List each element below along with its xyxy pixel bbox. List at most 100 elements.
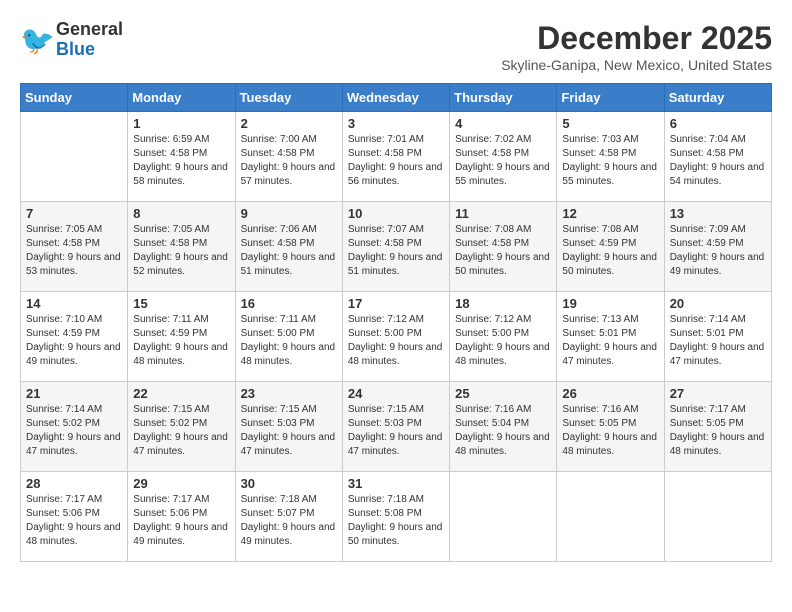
calendar-cell: 26Sunrise: 7:16 AMSunset: 5:05 PMDayligh… bbox=[557, 382, 664, 472]
day-number: 22 bbox=[133, 386, 229, 401]
day-info: Sunrise: 6:59 AMSunset: 4:58 PMDaylight:… bbox=[133, 133, 229, 189]
calendar-cell: 1 Sunrise: 6:59 AMSunset: 4:58 PMDaylight… bbox=[128, 112, 235, 202]
calendar-cell bbox=[557, 472, 664, 562]
day-info: Sunrise: 7:01 AMSunset: 4:58 PMDaylight:… bbox=[348, 133, 444, 189]
day-number: 9 bbox=[241, 206, 337, 221]
day-number: 12 bbox=[562, 206, 658, 221]
header-friday: Friday bbox=[557, 84, 664, 112]
calendar-cell: 12 Sunrise: 7:08 AMSunset: 4:59 PMDayligh… bbox=[557, 202, 664, 292]
calendar-cell bbox=[450, 472, 557, 562]
day-info: Sunrise: 7:15 AMSunset: 5:02 PMDaylight:… bbox=[133, 403, 229, 459]
day-number: 24 bbox=[348, 386, 444, 401]
calendar-cell: 4Sunrise: 7:02 AMSunset: 4:58 PMDaylight… bbox=[450, 112, 557, 202]
day-info: Sunrise: 7:06 AMSunset: 4:58 PMDaylight:… bbox=[241, 223, 337, 279]
day-info: Sunrise: 7:12 AMSunset: 5:00 PMDaylight:… bbox=[348, 313, 444, 369]
day-number: 3 bbox=[348, 116, 444, 131]
calendar-cell: 17 Sunrise: 7:12 AMSunset: 5:00 PMDayligh… bbox=[342, 292, 449, 382]
day-number: 25 bbox=[455, 386, 551, 401]
day-info: Sunrise: 7:15 AMSunset: 5:03 PMDaylight:… bbox=[241, 403, 337, 459]
day-number: 2 bbox=[241, 116, 337, 131]
day-info: Sunrise: 7:07 AMSunset: 4:58 PMDaylight:… bbox=[348, 223, 444, 279]
week-row-1: 1 Sunrise: 6:59 AMSunset: 4:58 PMDaylight… bbox=[21, 112, 772, 202]
day-number: 20 bbox=[670, 296, 766, 311]
day-number: 6 bbox=[670, 116, 766, 131]
calendar-cell: 14 Sunrise: 7:10 AMSunset: 4:59 PMDayligh… bbox=[21, 292, 128, 382]
calendar-cell: 11Sunrise: 7:08 AMSunset: 4:58 PMDayligh… bbox=[450, 202, 557, 292]
calendar-cell: 9 Sunrise: 7:06 AMSunset: 4:58 PMDaylight… bbox=[235, 202, 342, 292]
calendar-cell: 19 Sunrise: 7:13 AMSunset: 5:01 PMDayligh… bbox=[557, 292, 664, 382]
day-info: Sunrise: 7:03 AMSunset: 4:58 PMDaylight:… bbox=[562, 133, 658, 189]
calendar-cell: 15 Sunrise: 7:11 AMSunset: 4:59 PMDayligh… bbox=[128, 292, 235, 382]
calendar-cell: 10Sunrise: 7:07 AMSunset: 4:58 PMDayligh… bbox=[342, 202, 449, 292]
day-number: 5 bbox=[562, 116, 658, 131]
day-number: 11 bbox=[455, 206, 551, 221]
day-number: 15 bbox=[133, 296, 229, 311]
day-number: 7 bbox=[26, 206, 122, 221]
day-number: 17 bbox=[348, 296, 444, 311]
calendar-cell: 25 Sunrise: 7:16 AMSunset: 5:04 PMDayligh… bbox=[450, 382, 557, 472]
calendar-cell: 5 Sunrise: 7:03 AMSunset: 4:58 PMDaylight… bbox=[557, 112, 664, 202]
day-number: 21 bbox=[26, 386, 122, 401]
day-info: Sunrise: 7:18 AMSunset: 5:08 PMDaylight:… bbox=[348, 493, 444, 549]
day-info: Sunrise: 7:08 AMSunset: 4:59 PMDaylight:… bbox=[562, 223, 658, 279]
svg-text:🐦: 🐦 bbox=[20, 25, 55, 56]
day-number: 31 bbox=[348, 476, 444, 491]
page-header: 🐦 General Blue December 2025 Skyline-Gan… bbox=[20, 20, 772, 73]
header-row: SundayMondayTuesdayWednesdayThursdayFrid… bbox=[21, 84, 772, 112]
day-info: Sunrise: 7:11 AMSunset: 4:59 PMDaylight:… bbox=[133, 313, 229, 369]
header-thursday: Thursday bbox=[450, 84, 557, 112]
week-row-5: 28Sunrise: 7:17 AMSunset: 5:06 PMDayligh… bbox=[21, 472, 772, 562]
week-row-2: 7 Sunrise: 7:05 AMSunset: 4:58 PMDaylight… bbox=[21, 202, 772, 292]
calendar-cell: 22 Sunrise: 7:15 AMSunset: 5:02 PMDayligh… bbox=[128, 382, 235, 472]
calendar-cell: 23 Sunrise: 7:15 AMSunset: 5:03 PMDayligh… bbox=[235, 382, 342, 472]
day-info: Sunrise: 7:04 AMSunset: 4:58 PMDaylight:… bbox=[670, 133, 766, 189]
location-title: Skyline-Ganipa, New Mexico, United State… bbox=[501, 57, 772, 73]
header-wednesday: Wednesday bbox=[342, 84, 449, 112]
logo-icon: 🐦 bbox=[20, 22, 56, 58]
day-number: 23 bbox=[241, 386, 337, 401]
day-number: 28 bbox=[26, 476, 122, 491]
calendar-cell: 29Sunrise: 7:17 AMSunset: 5:06 PMDayligh… bbox=[128, 472, 235, 562]
day-info: Sunrise: 7:02 AMSunset: 4:58 PMDaylight:… bbox=[455, 133, 551, 189]
day-number: 1 bbox=[133, 116, 229, 131]
calendar-cell: 6 Sunrise: 7:04 AMSunset: 4:58 PMDaylight… bbox=[664, 112, 771, 202]
calendar-cell bbox=[664, 472, 771, 562]
calendar-cell: 20Sunrise: 7:14 AMSunset: 5:01 PMDayligh… bbox=[664, 292, 771, 382]
day-info: Sunrise: 7:14 AMSunset: 5:02 PMDaylight:… bbox=[26, 403, 122, 459]
logo-general: General bbox=[56, 20, 123, 40]
day-number: 13 bbox=[670, 206, 766, 221]
day-number: 30 bbox=[241, 476, 337, 491]
day-info: Sunrise: 7:11 AMSunset: 5:00 PMDaylight:… bbox=[241, 313, 337, 369]
calendar-cell bbox=[21, 112, 128, 202]
day-number: 19 bbox=[562, 296, 658, 311]
logo: 🐦 General Blue bbox=[20, 20, 123, 60]
calendar-table: SundayMondayTuesdayWednesdayThursdayFrid… bbox=[20, 83, 772, 562]
calendar-cell: 2Sunrise: 7:00 AMSunset: 4:58 PMDaylight… bbox=[235, 112, 342, 202]
calendar-cell: 21 Sunrise: 7:14 AMSunset: 5:02 PMDayligh… bbox=[21, 382, 128, 472]
header-sunday: Sunday bbox=[21, 84, 128, 112]
title-section: December 2025 Skyline-Ganipa, New Mexico… bbox=[501, 20, 772, 73]
day-info: Sunrise: 7:17 AMSunset: 5:05 PMDaylight:… bbox=[670, 403, 766, 459]
calendar-cell: 28Sunrise: 7:17 AMSunset: 5:06 PMDayligh… bbox=[21, 472, 128, 562]
day-info: Sunrise: 7:16 AMSunset: 5:05 PMDaylight:… bbox=[562, 403, 658, 459]
header-monday: Monday bbox=[128, 84, 235, 112]
calendar-cell: 24 Sunrise: 7:15 AMSunset: 5:03 PMDayligh… bbox=[342, 382, 449, 472]
calendar-cell: 27Sunrise: 7:17 AMSunset: 5:05 PMDayligh… bbox=[664, 382, 771, 472]
day-info: Sunrise: 7:13 AMSunset: 5:01 PMDaylight:… bbox=[562, 313, 658, 369]
calendar-cell: 16Sunrise: 7:11 AMSunset: 5:00 PMDayligh… bbox=[235, 292, 342, 382]
header-saturday: Saturday bbox=[664, 84, 771, 112]
day-info: Sunrise: 7:05 AMSunset: 4:58 PMDaylight:… bbox=[133, 223, 229, 279]
day-info: Sunrise: 7:09 AMSunset: 4:59 PMDaylight:… bbox=[670, 223, 766, 279]
day-info: Sunrise: 7:15 AMSunset: 5:03 PMDaylight:… bbox=[348, 403, 444, 459]
calendar-cell: 13 Sunrise: 7:09 AMSunset: 4:59 PMDayligh… bbox=[664, 202, 771, 292]
day-info: Sunrise: 7:10 AMSunset: 4:59 PMDaylight:… bbox=[26, 313, 122, 369]
logo-blue: Blue bbox=[56, 40, 95, 60]
calendar-cell: 30 Sunrise: 7:18 AMSunset: 5:07 PMDayligh… bbox=[235, 472, 342, 562]
day-info: Sunrise: 7:18 AMSunset: 5:07 PMDaylight:… bbox=[241, 493, 337, 549]
day-number: 14 bbox=[26, 296, 122, 311]
calendar-cell: 31 Sunrise: 7:18 AMSunset: 5:08 PMDayligh… bbox=[342, 472, 449, 562]
day-number: 18 bbox=[455, 296, 551, 311]
day-info: Sunrise: 7:16 AMSunset: 5:04 PMDaylight:… bbox=[455, 403, 551, 459]
logo-text-block: General Blue bbox=[56, 20, 123, 60]
day-info: Sunrise: 7:12 AMSunset: 5:00 PMDaylight:… bbox=[455, 313, 551, 369]
